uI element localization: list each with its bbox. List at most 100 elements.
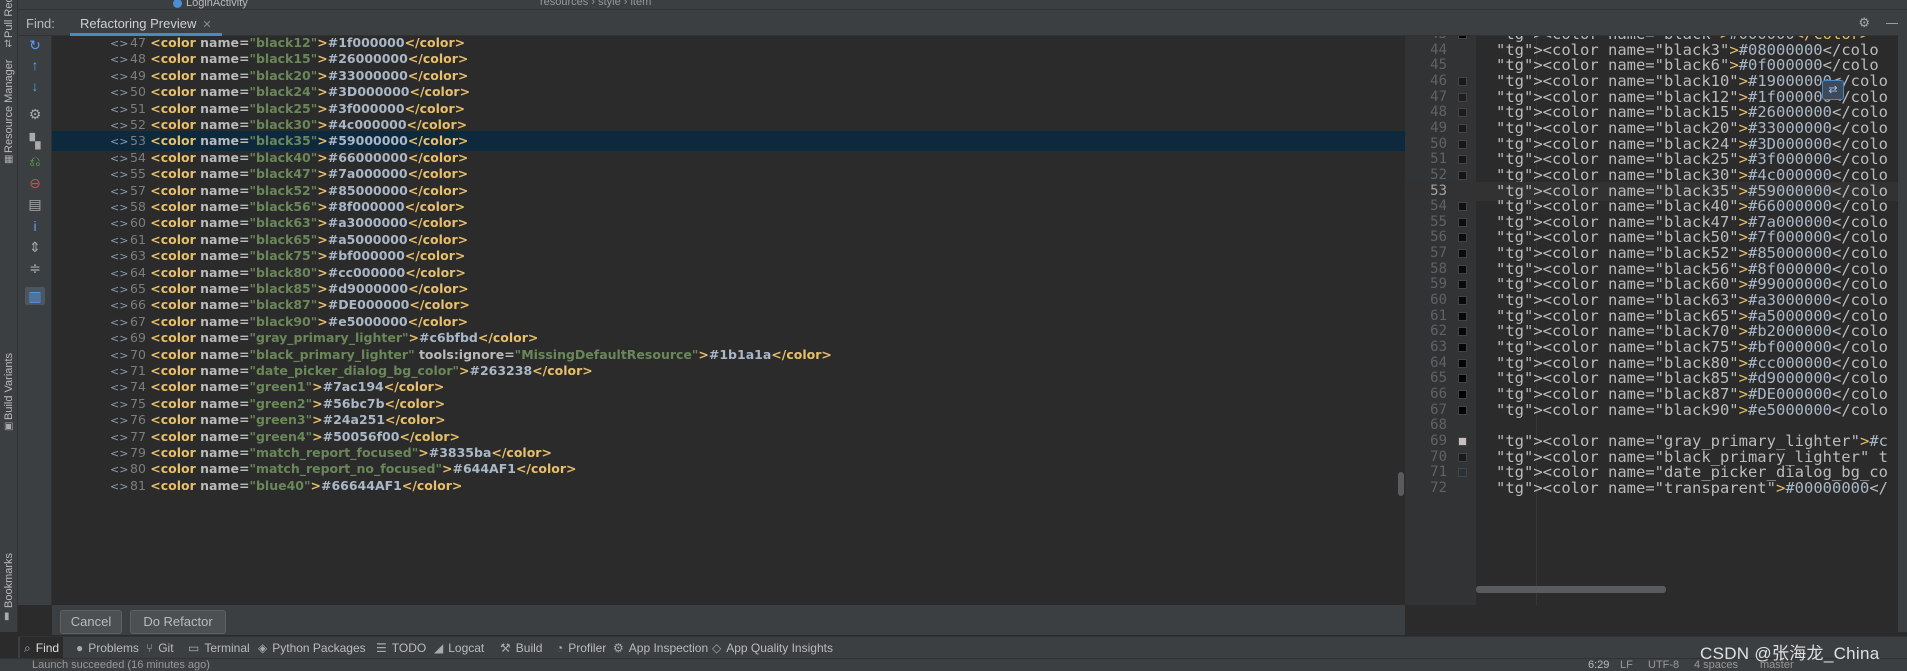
color-swatch[interactable] <box>1458 343 1467 352</box>
tool-window-label: App Inspection <box>628 641 709 655</box>
line-number: 60 <box>130 215 146 231</box>
color-swatch[interactable] <box>1458 296 1467 306</box>
exclude-icon[interactable]: ⊖ <box>25 174 45 192</box>
tag-close: > <box>317 215 328 231</box>
build-variants-tab[interactable]: Build Variants <box>3 353 15 420</box>
tag-end: </color> <box>491 445 552 460</box>
tag-end: </color> <box>407 149 469 165</box>
next-occurrence-icon[interactable]: ↓ <box>25 77 45 95</box>
color-swatch[interactable] <box>1458 233 1467 243</box>
tag-end: </color> <box>406 117 468 132</box>
tag-open: <color <box>150 297 201 313</box>
color-swatch[interactable] <box>1458 76 1467 86</box>
editor-line[interactable]: 72 "tg"><color name="transparent">#000000… <box>1406 479 1907 498</box>
pull-requests-tab[interactable]: Pull Requests <box>3 0 15 38</box>
floating-action-icon[interactable]: ⇄ <box>1822 80 1844 100</box>
caret-position[interactable]: 6:29 <box>1588 659 1609 671</box>
color-swatch[interactable] <box>1458 264 1467 274</box>
tool-window-terminal[interactable]: ▭ Terminal <box>184 637 254 659</box>
expand-all-icon[interactable]: ⇕ <box>25 238 45 256</box>
info-icon[interactable]: i <box>25 217 45 235</box>
do-refactor-button[interactable]: Do Refactor <box>130 610 226 634</box>
tool-window-app-quality-insights[interactable]: ◇ App Quality Insights <box>708 637 837 659</box>
merge-icon[interactable]: ⎌ <box>25 152 45 170</box>
color-swatch[interactable] <box>1458 436 1467 446</box>
color-swatch[interactable] <box>1458 92 1467 102</box>
settings-icon[interactable]: ⚙ <box>25 105 45 123</box>
color-value: #1f000000 <box>327 36 405 50</box>
color-swatch[interactable] <box>1458 468 1467 478</box>
tag-end: </color> <box>477 330 539 346</box>
tag-end: </color> <box>401 477 463 493</box>
tool-window-todo[interactable]: ☰ TODO <box>372 637 430 659</box>
group-by-icon[interactable]: ▚ <box>25 132 45 150</box>
tool-window-build[interactable]: ⚒ Build <box>496 637 546 659</box>
color-swatch[interactable] <box>1458 139 1467 149</box>
tree-scrollbar[interactable] <box>1398 472 1404 496</box>
resource-manager-tab[interactable]: Resource Manager <box>3 59 15 153</box>
cancel-button[interactable]: Cancel <box>60 610 122 634</box>
encoding[interactable]: UTF-8 <box>1648 659 1679 671</box>
color-swatch[interactable] <box>1458 217 1467 227</box>
code-editor[interactable]: 43"tg"><color name="black">#000000</colo… <box>1405 36 1907 605</box>
color-value: #cc000000 <box>327 264 406 280</box>
tab-refactoring-preview[interactable]: Refactoring Preview ✕ <box>70 10 222 36</box>
color-swatch[interactable] <box>1458 405 1467 415</box>
status-message[interactable]: Launch succeeded (16 minutes ago) <box>32 659 210 671</box>
tag-open: <color <box>150 461 201 477</box>
attr-name: name= <box>200 297 250 313</box>
pull-requests-icon[interactable]: ⇅ <box>4 40 14 50</box>
tool-window-git[interactable]: ⑂ Git <box>142 637 178 659</box>
tool-window-label: Find <box>35 641 60 655</box>
color-swatch[interactable] <box>1458 108 1467 118</box>
tool-window-python-packages[interactable]: ◈ Python Packages <box>254 637 370 659</box>
resource-manager-icon[interactable]: ▦ <box>4 155 14 165</box>
tag-end: </color> <box>408 281 469 296</box>
color-swatch[interactable] <box>1458 327 1467 337</box>
color-swatch[interactable] <box>1458 170 1467 180</box>
color-swatch[interactable] <box>1458 249 1467 259</box>
tool-window-problems[interactable]: ● Problems <box>72 637 143 659</box>
tree-row[interactable]: <> 81 <color name="blue40">#66644AF1</col… <box>52 476 1405 496</box>
color-swatch[interactable] <box>1458 280 1467 290</box>
close-icon[interactable]: ✕ <box>202 19 211 31</box>
color-swatch[interactable] <box>1458 202 1467 212</box>
line-ending[interactable]: LF <box>1620 659 1633 671</box>
layout-icon[interactable]: ▥ <box>25 287 45 305</box>
tag-open: <color <box>150 379 201 395</box>
previous-occurrence-icon[interactable]: ↑ <box>25 56 45 74</box>
color-name: date_picker_dialog_bg_color <box>255 363 453 378</box>
tag-end: </color> <box>407 51 469 67</box>
color-swatch[interactable] <box>1458 389 1467 399</box>
color-swatch[interactable] <box>1458 36 1467 39</box>
breadcrumb[interactable]: resources › style › item <box>540 0 651 8</box>
status-bar: Launch succeeded (16 minutes ago) 6:29 L… <box>0 658 1907 671</box>
bookmarks-icon[interactable]: ▮ <box>4 612 14 622</box>
tag-open: <color <box>150 117 201 132</box>
color-swatch[interactable] <box>1458 374 1467 384</box>
tag-close: > <box>317 248 328 264</box>
gear-icon[interactable]: ⚙ <box>1858 15 1870 30</box>
color-swatch[interactable] <box>1458 452 1467 462</box>
color-swatch[interactable] <box>1458 358 1467 368</box>
line-number: 77 <box>130 428 146 444</box>
collapse-all-icon[interactable]: ≑ <box>25 259 45 277</box>
color-value: #3D000000 <box>327 84 410 100</box>
tool-window-find[interactable]: ⌕ Find <box>20 637 64 659</box>
tag-close: > <box>441 461 453 477</box>
editor-tab-loginactivity[interactable]: LoginActivity <box>173 0 248 9</box>
tool-window-logcat[interactable]: ◢ Logcat <box>430 637 488 659</box>
rerun-icon[interactable]: ↻ <box>25 36 45 54</box>
color-swatch[interactable] <box>1458 155 1467 165</box>
color-swatch[interactable] <box>1458 123 1467 133</box>
tool-window-profiler[interactable]: ◔ Profiler <box>552 637 610 659</box>
color-value: #59000000 <box>327 133 408 149</box>
preview-icon[interactable]: ▤ <box>25 195 45 213</box>
build-variants-icon[interactable]: ▣ <box>4 422 14 432</box>
tool-window-app-inspection[interactable]: ⚙ App Inspection <box>609 637 712 659</box>
editor-horizontal-scrollbar[interactable] <box>1476 586 1666 593</box>
inspection-icon: ⚙ <box>613 641 624 655</box>
color-name: black52 <box>255 182 311 198</box>
color-swatch[interactable] <box>1458 311 1467 321</box>
bookmarks-tab[interactable]: Bookmarks <box>3 548 15 608</box>
